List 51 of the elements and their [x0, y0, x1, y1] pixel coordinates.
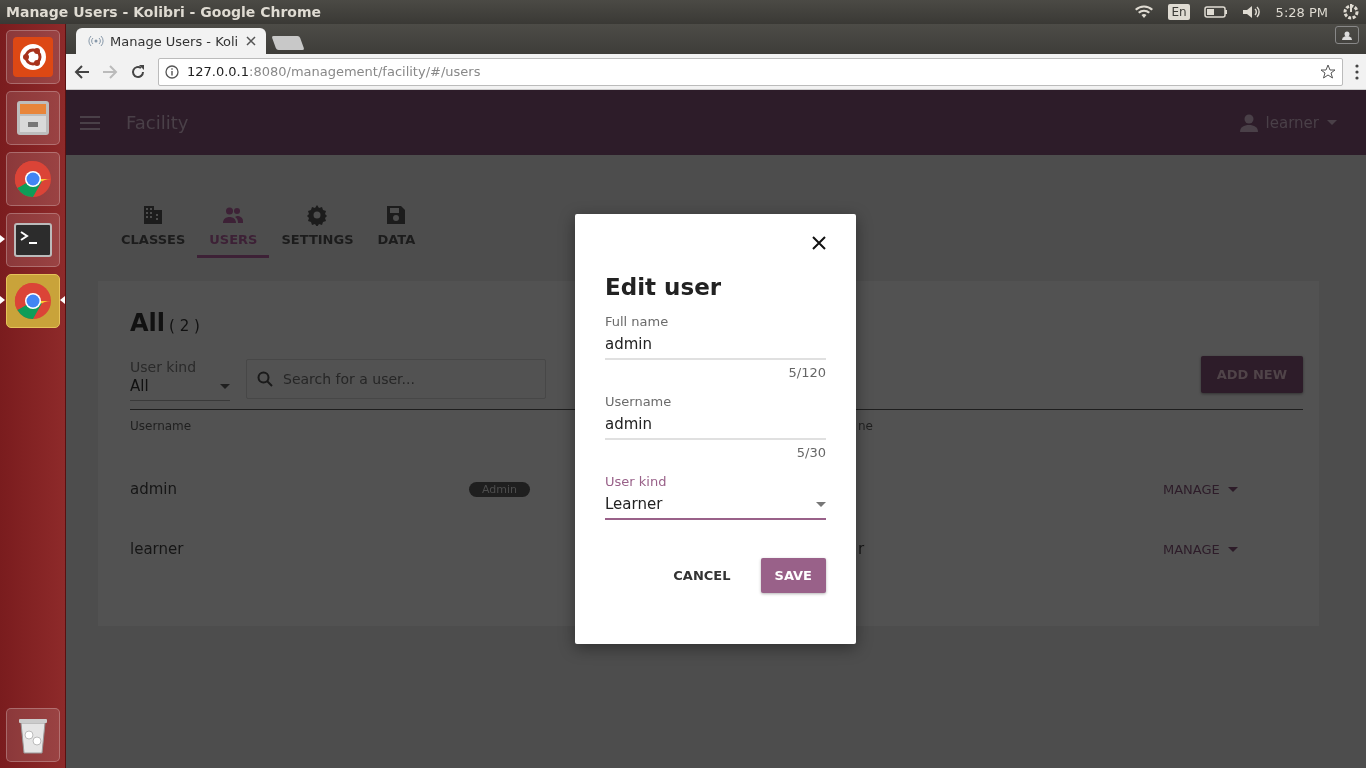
- save-button[interactable]: SAVE: [760, 558, 826, 593]
- building-icon: [142, 203, 165, 226]
- ubuntu-logo-icon: [12, 37, 53, 77]
- power-icon: [1342, 3, 1360, 21]
- star-icon[interactable]: [1320, 63, 1336, 80]
- signal-icon: [88, 35, 104, 47]
- chrome-icon: [12, 159, 53, 199]
- battery-icon: [1203, 6, 1228, 18]
- input-field[interactable]: admin: [605, 409, 826, 440]
- input-field[interactable]: admin: [605, 329, 826, 360]
- back-icon[interactable]: [74, 63, 90, 80]
- caret-icon: [816, 501, 826, 507]
- new-tab-button[interactable]: [271, 36, 305, 50]
- field-label: Username: [605, 394, 673, 409]
- close-icon: [812, 236, 826, 250]
- table-cell-text: admin: [130, 480, 178, 498]
- section-heading: All: [130, 309, 166, 337]
- close-icon[interactable]: [246, 36, 256, 46]
- user-count: ( 2 ): [169, 317, 200, 335]
- gear-icon: [306, 203, 329, 226]
- address-bar[interactable]: 127.0.0.1:8080/management/facility/#/users: [158, 57, 1343, 86]
- caret-icon: [220, 383, 230, 389]
- cancel-button[interactable]: CANCEL: [659, 558, 745, 593]
- clock[interactable]: 5:28 PM: [1275, 4, 1328, 20]
- terminal-icon: [12, 220, 53, 260]
- field-label: Full name: [605, 314, 670, 329]
- profile-button[interactable]: [1335, 26, 1359, 44]
- reload-icon[interactable]: [130, 63, 146, 80]
- caret-icon: [1227, 486, 1238, 492]
- caret-icon: [1227, 546, 1238, 552]
- character-counter: 5/30: [795, 445, 826, 460]
- character-counter: 5/120: [787, 365, 826, 380]
- launcher-item[interactable]: [0, 274, 65, 328]
- menu-icon[interactable]: [1355, 63, 1359, 80]
- caret-icon: [1327, 120, 1337, 125]
- keyboard-indicator[interactable]: En: [1168, 4, 1190, 20]
- table-cell-text: r: [858, 540, 866, 558]
- table-cell-text: learner: [130, 540, 185, 558]
- person-icon: [1342, 30, 1352, 40]
- wifi-icon: [1134, 5, 1155, 19]
- close-button[interactable]: [810, 234, 828, 252]
- search-icon: [257, 371, 273, 387]
- browser-tab[interactable]: Manage Users - Koli: [76, 28, 266, 54]
- chrome-icon: [12, 281, 53, 321]
- window-title: Manage Users - Kolibri - Google Chrome: [6, 4, 323, 20]
- dialog-title: Edit user: [605, 274, 723, 300]
- volume-icon: [1241, 5, 1262, 19]
- field-label: User kind: [605, 474, 668, 489]
- person-icon: [1239, 113, 1258, 132]
- select-field[interactable]: Learner: [605, 489, 826, 520]
- info-icon: [165, 64, 179, 79]
